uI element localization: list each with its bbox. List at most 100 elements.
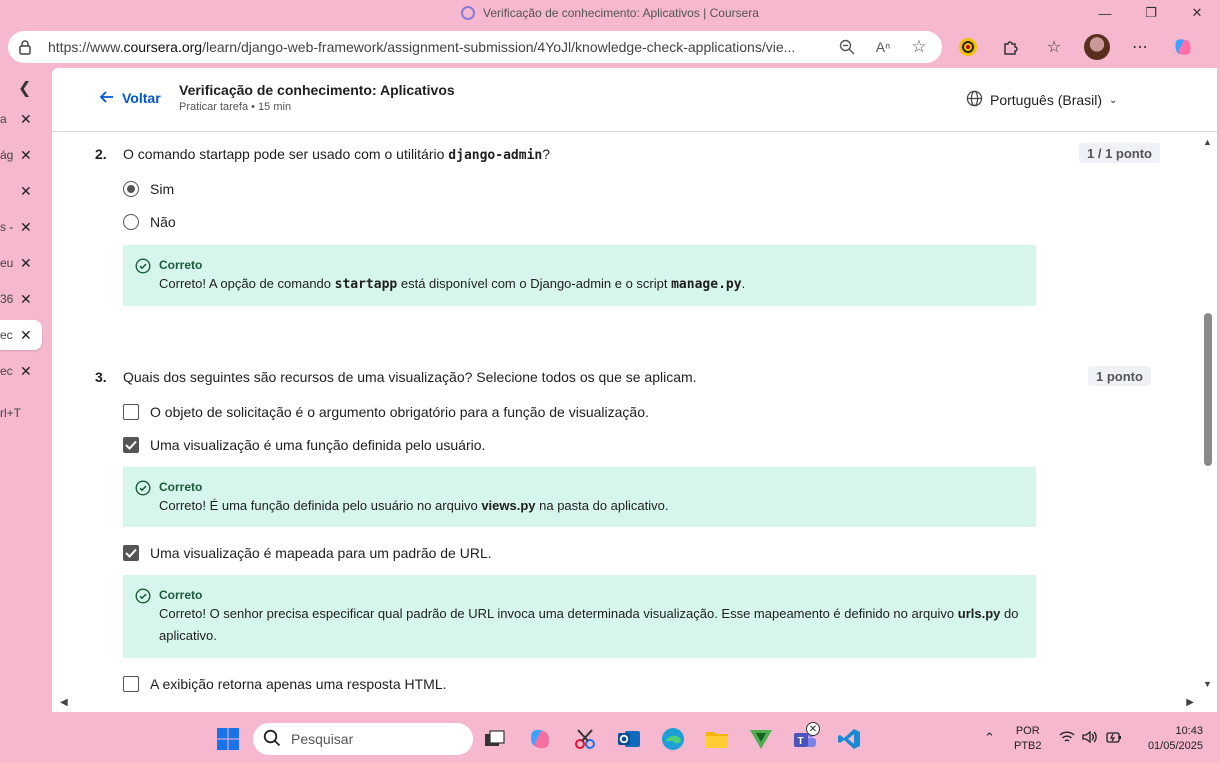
copilot-icon[interactable]	[1170, 34, 1196, 60]
sidebar-tab-active[interactable]: ec ✕	[0, 320, 42, 350]
scroll-left-icon[interactable]: ◀	[60, 697, 68, 708]
close-window-button[interactable]: ✕	[1174, 0, 1220, 26]
scroll-down-icon[interactable]: ▼	[1203, 679, 1212, 689]
vertical-tabs-sidebar: ❮ a ✕ ág ✕ ✕ s - ✕ eu ✕ 36 ✕ ec ✕ ec ✕ rl+T	[0, 68, 50, 716]
close-tab-icon[interactable]: ✕	[20, 219, 32, 236]
points-badge: 1 / 1 ponto	[1079, 143, 1160, 163]
scroll-thumb[interactable]	[1204, 313, 1212, 466]
extension-icon[interactable]	[955, 34, 981, 60]
close-badge-icon[interactable]: ✕	[806, 722, 820, 736]
task-view-icon[interactable]	[482, 726, 508, 752]
sidebar-tab[interactable]: ✕	[0, 176, 42, 206]
sidebar-tab[interactable]: a ✕	[0, 104, 42, 134]
copilot-app-icon[interactable]	[527, 726, 553, 752]
back-button[interactable]: Voltar	[99, 90, 161, 106]
page-subtitle: Praticar tarefa • 15 min	[179, 101, 292, 113]
sidebar-tab[interactable]: s - ✕	[0, 212, 42, 242]
feedback-heading: Correto	[159, 588, 203, 602]
zoom-icon[interactable]	[838, 38, 856, 56]
radio-option-sim[interactable]: Sim	[123, 181, 174, 197]
radio-button[interactable]	[123, 181, 139, 197]
horizontal-scrollbar[interactable]: ◀ ▶	[52, 696, 1200, 712]
close-tab-icon[interactable]: ✕	[20, 363, 32, 380]
checkbox-checked[interactable]	[123, 545, 139, 561]
profile-avatar[interactable]	[1084, 34, 1110, 60]
checkbox[interactable]	[123, 404, 139, 420]
feedback-text: Correto! A opção de comando startapp est…	[159, 276, 746, 292]
favorite-star-icon[interactable]: ☆	[910, 37, 928, 56]
coursera-page: Voltar Verificação de conhecimento: Apli…	[52, 68, 1217, 712]
start-windows-icon[interactable]	[215, 726, 241, 752]
taskbar-search[interactable]: Pesquisar	[253, 723, 473, 755]
battery-icon[interactable]	[1106, 730, 1122, 747]
checkbox-option[interactable]: O objeto de solicitação é o argumento ob…	[123, 404, 649, 420]
browser-toolbar: https://www.coursera.org/learn/django-we…	[0, 28, 1220, 66]
collapse-sidebar-icon[interactable]: ❮	[18, 78, 31, 98]
address-bar[interactable]: https://www.coursera.org/learn/django-we…	[8, 31, 942, 63]
scroll-up-icon[interactable]: ▲	[1203, 137, 1212, 147]
close-tab-icon[interactable]: ✕	[20, 255, 32, 272]
file-explorer-icon[interactable]	[704, 726, 730, 752]
restore-button[interactable]: ❐	[1128, 0, 1174, 26]
snipping-tool-icon[interactable]	[572, 726, 598, 752]
radio-option-nao[interactable]: Não	[123, 214, 176, 230]
feedback-correct: Correto Correto! É uma função definida p…	[123, 467, 1036, 527]
checkbox-checked[interactable]	[123, 437, 139, 453]
close-tab-icon[interactable]: ✕	[20, 327, 32, 344]
new-tab-shortcut: rl+T	[0, 406, 21, 420]
wifi-icon[interactable]	[1059, 730, 1075, 747]
read-aloud-icon[interactable]: Aⁿ	[874, 38, 892, 56]
windows-taskbar: Pesquisar T ✕ ⌃ POR PTB2 10:43 01/05/2025	[0, 716, 1220, 762]
question-text: Quais dos seguintes são recursos de uma …	[123, 369, 697, 385]
points-badge: 1 ponto	[1088, 366, 1151, 386]
close-tab-icon[interactable]: ✕	[20, 291, 32, 308]
question-number: 2.	[95, 146, 107, 162]
vscode-icon[interactable]	[836, 726, 862, 752]
radio-button[interactable]	[123, 214, 139, 230]
svg-text:T: T	[798, 736, 804, 747]
extensions-puzzle-icon[interactable]	[998, 34, 1024, 60]
input-language[interactable]: POR PTB2	[1014, 724, 1042, 754]
feedback-text: Correto! É uma função definida pelo usuá…	[159, 498, 669, 513]
chevron-down-icon: ⌄	[1109, 94, 1118, 106]
question-number: 3.	[95, 369, 107, 385]
close-tab-icon[interactable]: ✕	[20, 147, 32, 164]
url-text[interactable]: https://www.coursera.org/learn/django-we…	[48, 39, 828, 55]
feedback-text: Correto! O senhor precisa especificar qu…	[159, 606, 1019, 643]
page-header: Voltar Verificação de conhecimento: Apli…	[52, 68, 1217, 132]
scroll-right-icon[interactable]: ▶	[1186, 697, 1194, 708]
close-tab-icon[interactable]: ✕	[20, 111, 32, 128]
more-menu-icon[interactable]: ⋯	[1127, 34, 1153, 60]
checkbox-option[interactable]: Uma visualização é mapeada para um padrã…	[123, 545, 492, 561]
sidebar-tab[interactable]: eu ✕	[0, 248, 42, 278]
quiz-content: 2. O comando startapp pode ser usado com…	[52, 133, 1202, 698]
coursera-logo-icon	[461, 6, 476, 20]
close-tab-icon[interactable]: ✕	[20, 183, 32, 200]
check-circle-icon	[135, 258, 151, 274]
feedback-correct: Correto Correto! O senhor precisa especi…	[123, 575, 1036, 658]
edge-browser-icon[interactable]	[660, 726, 686, 752]
clock[interactable]: 10:43 01/05/2025	[1139, 724, 1203, 754]
volume-icon[interactable]	[1082, 730, 1098, 747]
check-circle-icon	[135, 480, 151, 496]
chevron-up-icon[interactable]: ⌃	[984, 730, 995, 746]
check-circle-icon	[135, 588, 151, 604]
sidebar-tab[interactable]: ág ✕	[0, 140, 42, 170]
lock-icon[interactable]	[18, 39, 34, 55]
vertical-scrollbar[interactable]: ▲ ▼	[1200, 133, 1217, 695]
sidebar-tab[interactable]: 36 ✕	[0, 284, 42, 314]
outlook-icon[interactable]	[616, 726, 642, 752]
vpn-app-icon[interactable]	[748, 726, 774, 752]
checkbox[interactable]	[123, 676, 139, 692]
favorites-icon[interactable]: ☆	[1041, 34, 1067, 60]
arrow-left-icon	[99, 90, 114, 106]
checkbox-option[interactable]: A exibição retorna apenas uma resposta H…	[123, 676, 447, 692]
feedback-correct: Correto Correto! A opção de comando star…	[123, 245, 1036, 306]
feedback-heading: Correto	[159, 258, 203, 272]
window-titlebar: Verificação de conhecimento: Aplicativos…	[0, 0, 1220, 26]
sidebar-tab[interactable]: ec ✕	[0, 356, 42, 386]
checkbox-option[interactable]: Uma visualização é uma função definida p…	[123, 437, 485, 453]
language-selector[interactable]: Português (Brasil) ⌄	[966, 90, 1117, 110]
minimize-button[interactable]: —	[1082, 0, 1128, 26]
page-title: Verificação de conhecimento: Aplicativos	[179, 82, 455, 98]
